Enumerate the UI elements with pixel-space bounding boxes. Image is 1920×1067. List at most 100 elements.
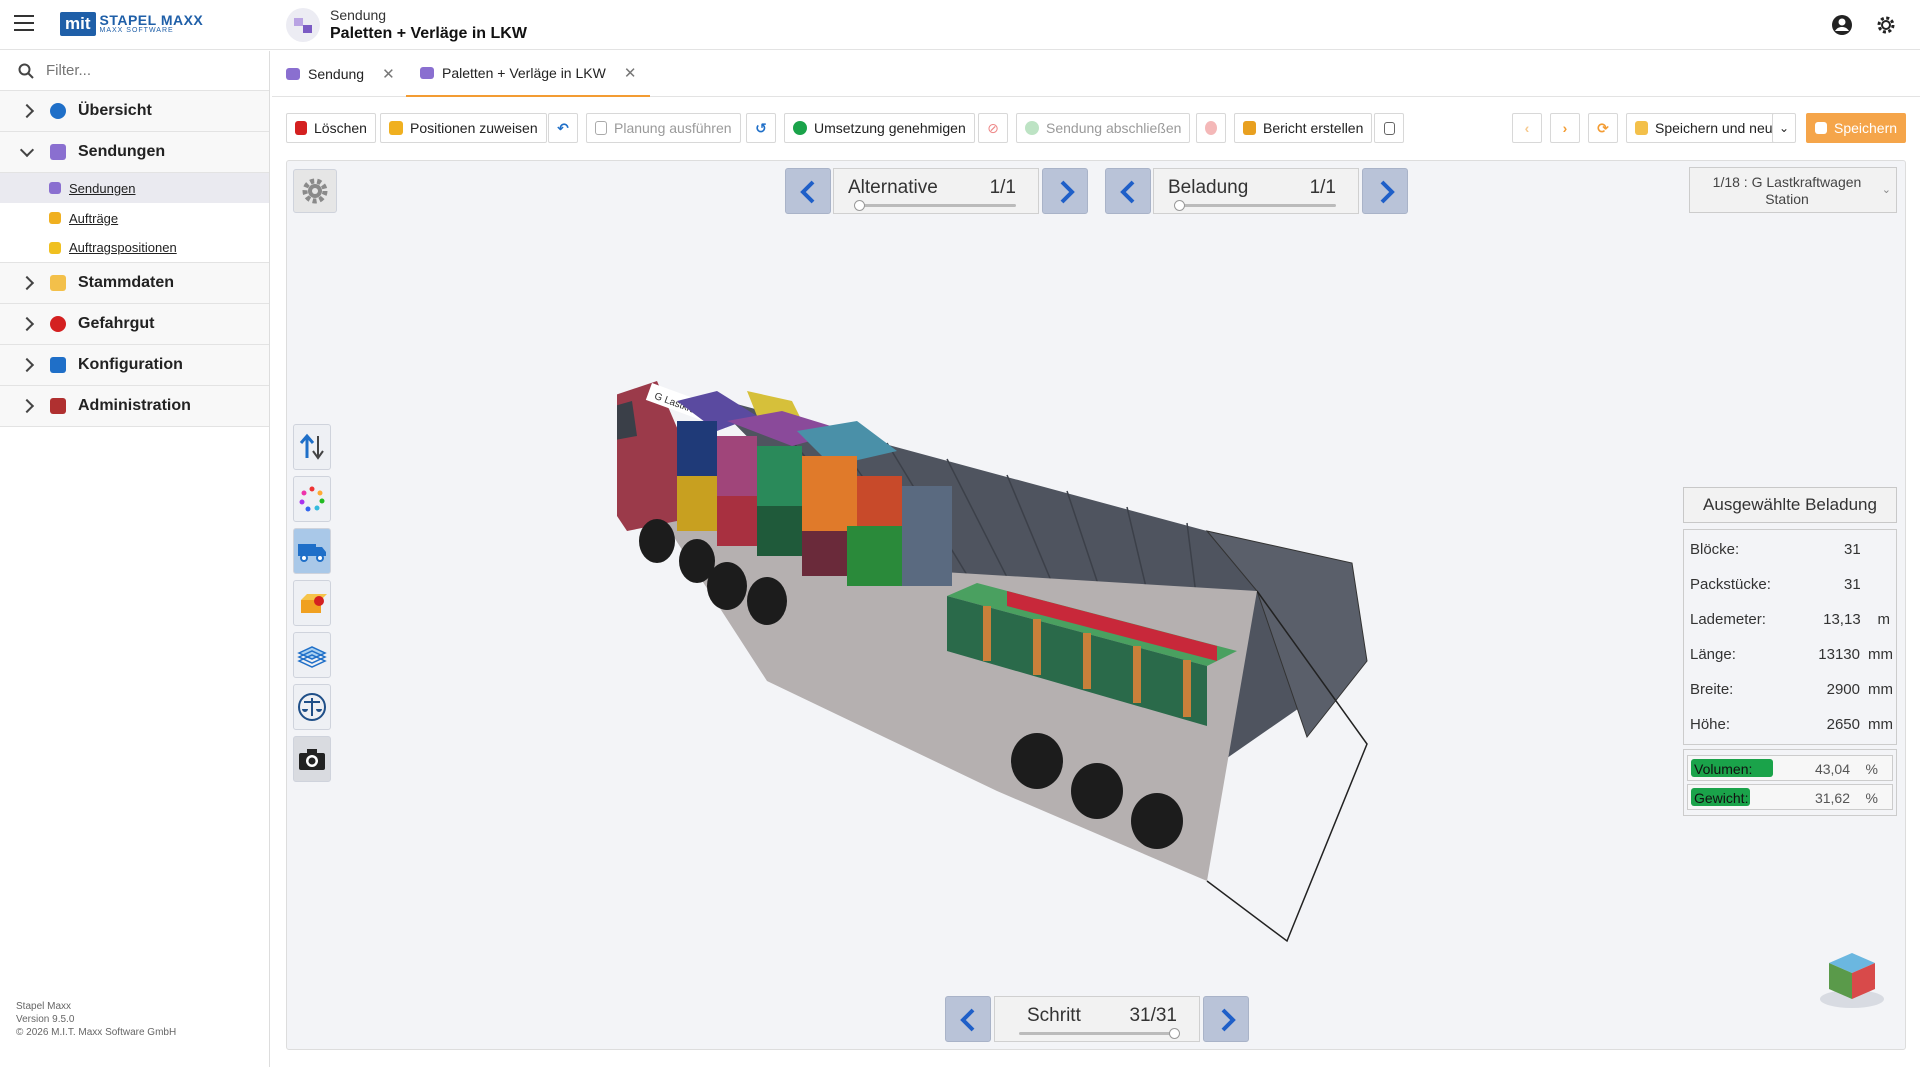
vehicle-view-tool[interactable] (293, 528, 331, 574)
alternative-label: Alternative (848, 177, 938, 198)
sidebar-subitem-sendungen[interactable]: Sendungen (0, 173, 269, 203)
assign-positions-label: Positionen zuweisen (410, 120, 538, 136)
selected-loading-panel: Ausgewählte Beladung Blöcke: 31 Packstüc… (1683, 487, 1897, 816)
loading-stepper[interactable]: Beladung 1/1 (1153, 168, 1359, 214)
order-icon (389, 121, 403, 135)
truck-3d-scene[interactable]: G Lastkraftwagen (617, 361, 1657, 961)
orientation-cube-icon[interactable] (1817, 941, 1887, 1011)
alternative-prev-button[interactable] (785, 168, 831, 214)
vehicle-select[interactable]: 1/18 : G Lastkraftwagen Station ⌄ (1689, 167, 1897, 213)
step-stepper[interactable]: Schritt 31/31 (994, 996, 1200, 1042)
filter-input[interactable] (46, 62, 246, 79)
cargo-box (677, 421, 717, 476)
tab-label: Paletten + Verläge in LKW (442, 65, 606, 81)
save-options-dropdown[interactable]: ⌄ (1772, 113, 1796, 143)
sidebar-item-label: Übersicht (78, 102, 152, 119)
color-scheme-tool[interactable] (293, 476, 331, 522)
sidebar-subitem-auftragspositionen[interactable]: Auftragspositionen (0, 233, 269, 263)
close-tab-icon[interactable]: ✕ (624, 64, 637, 82)
run-planning-button[interactable]: Planung ausführen (586, 113, 741, 143)
cargo-box (847, 526, 902, 586)
step-slider-thumb[interactable] (1169, 1028, 1180, 1039)
cargo-box (802, 456, 857, 531)
info-label: Blöcke: (1690, 541, 1740, 558)
info-unit: m (1877, 611, 1891, 628)
cancel-icon (1205, 121, 1217, 135)
loading-slider-track[interactable] (1178, 204, 1336, 207)
3d-viewport[interactable]: Alternative 1/1 Beladung 1/1 1/18 : G La… (286, 160, 1906, 1050)
truck-icon (298, 544, 326, 562)
loading-slider-thumb[interactable] (1174, 200, 1185, 211)
sidebar-item-gefahrgut[interactable]: Gefahrgut (0, 304, 269, 345)
sidebar-item-uebersicht[interactable]: Übersicht (0, 91, 269, 132)
shipment-icon (420, 67, 434, 79)
sidebar-item-konfiguration[interactable]: Konfiguration (0, 345, 269, 386)
info-value: 31 (1843, 541, 1861, 558)
close-shipment-button[interactable]: Sendung abschließen (1016, 113, 1191, 143)
shipment-icon (286, 68, 300, 80)
undo-button[interactable]: ↶ (548, 113, 578, 143)
settings-gear-icon[interactable] (1874, 13, 1898, 37)
balance-scale-icon (298, 693, 326, 721)
screenshot-tool[interactable] (293, 736, 331, 782)
step-next-button[interactable] (1203, 996, 1249, 1042)
step-slider-track[interactable] (1019, 1032, 1177, 1035)
packages-tool[interactable] (293, 580, 331, 626)
loading-next-button[interactable] (1362, 168, 1408, 214)
info-row-breite: Breite: 2900 mm (1684, 672, 1896, 707)
chevron-right-icon (19, 316, 35, 332)
alternative-stepper[interactable]: Alternative 1/1 (833, 168, 1039, 214)
tab-sendung[interactable]: Sendung ✕ (272, 51, 409, 97)
volume-progress-bar: Volumen: 43,04 % (1687, 755, 1893, 781)
export-button[interactable] (1374, 113, 1404, 143)
alternative-next-button[interactable] (1042, 168, 1088, 214)
weight-label: Gewicht: (1694, 790, 1749, 806)
close-tab-icon[interactable]: ✕ (382, 65, 395, 83)
user-account-icon[interactable] (1830, 13, 1854, 37)
cancel-approval-button[interactable]: ⊘ (978, 113, 1008, 143)
info-row-hoehe: Höhe: 2650 mm (1684, 707, 1896, 742)
weight-balance-tool[interactable] (293, 684, 331, 730)
report-icon (1243, 121, 1256, 135)
reopen-button[interactable] (1196, 113, 1226, 143)
sidebar-item-sendungen[interactable]: Sendungen (0, 132, 269, 173)
create-report-button[interactable]: Bericht erstellen (1234, 113, 1373, 143)
sidebar-subitem-auftraege[interactable]: Aufträge (0, 203, 269, 233)
loading-prev-button[interactable] (1105, 168, 1151, 214)
info-label: Höhe: (1690, 716, 1731, 733)
app-version: Version 9.5.0 (16, 1014, 75, 1025)
app-logo[interactable]: mit STAPEL MAXX MAXX SOFTWARE (60, 12, 203, 36)
logo-subtitle: MAXX SOFTWARE (99, 27, 174, 34)
sort-arrows-icon (299, 433, 324, 460)
sidebar-item-stammdaten[interactable]: Stammdaten (0, 263, 269, 304)
next-record-button[interactable]: › (1550, 113, 1580, 143)
tab-paletten[interactable]: Paletten + Verläge in LKW ✕ (406, 51, 651, 97)
sidebar-item-administration[interactable]: Administration (0, 386, 269, 427)
delete-button[interactable]: Löschen (286, 113, 376, 143)
info-label: Länge: (1690, 646, 1736, 663)
info-label: Lademeter: (1690, 611, 1766, 628)
run-planning-label: Planung ausführen (614, 120, 732, 136)
app-name: Stapel Maxx (16, 1001, 72, 1012)
menu-icon[interactable] (14, 15, 34, 35)
delete-label: Löschen (314, 120, 367, 136)
undo-arrow-icon: ↶ (557, 119, 569, 136)
sidebar-subitem-label: Auftragspositionen (69, 240, 177, 255)
approve-button[interactable]: Umsetzung genehmigen (784, 113, 975, 143)
assign-positions-button[interactable]: Positionen zuweisen (380, 113, 547, 143)
alternative-slider-track[interactable] (858, 204, 1016, 207)
previous-record-button[interactable]: ‹ (1512, 113, 1542, 143)
reset-button[interactable]: ↺ (746, 113, 776, 143)
info-row-lademeter: Lademeter: 13,13 m (1684, 602, 1896, 637)
swap-axis-tool[interactable] (293, 424, 331, 470)
pallet-layer-tool[interactable] (293, 632, 331, 678)
save-and-new-button[interactable]: Speichern und neu (1626, 113, 1782, 143)
volume-unit: % (1865, 761, 1878, 777)
step-prev-button[interactable] (945, 996, 991, 1042)
save-button[interactable]: Speichern (1806, 113, 1907, 143)
alternative-slider-thumb[interactable] (854, 200, 865, 211)
sidebar-item-label: Gefahrgut (78, 315, 155, 332)
chevron-right-icon (1060, 180, 1075, 204)
refresh-button[interactable]: ⟳ (1588, 113, 1618, 143)
settings-button[interactable] (293, 169, 337, 213)
